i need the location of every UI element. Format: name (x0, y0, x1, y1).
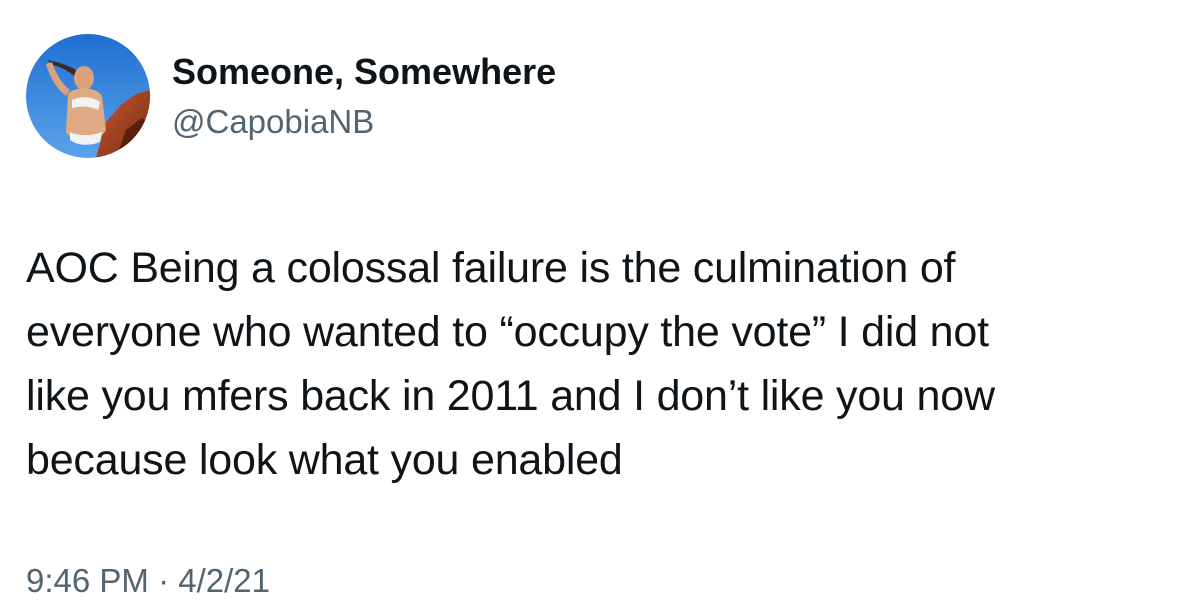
tweet-text-line: like you mfers back in 2011 and I don’t … (26, 372, 995, 420)
tweet-time: 9:46 PM (26, 562, 149, 599)
tweet-text-line: because look what you enabled (26, 436, 623, 484)
avatar[interactable] (26, 34, 150, 158)
tweet-text: AOC Being a colossal failure is the culm… (26, 236, 1176, 492)
tweet-timestamp[interactable]: 9:46 PM · 4/2/21 (26, 560, 270, 602)
tweet-card: Someone, Somewhere @CapobiaNB AOC Being … (0, 0, 1200, 616)
display-name[interactable]: Someone, Somewhere (172, 50, 556, 94)
user-handle[interactable]: @CapobiaNB (172, 101, 374, 143)
tweet-date: 4/2/21 (178, 562, 270, 599)
profile-photo-icon (26, 34, 150, 158)
meta-separator: · (158, 562, 170, 599)
tweet-text-line: everyone who wanted to “occupy the vote”… (26, 308, 989, 356)
tweet-text-line: AOC Being a colossal failure is the culm… (26, 244, 956, 292)
